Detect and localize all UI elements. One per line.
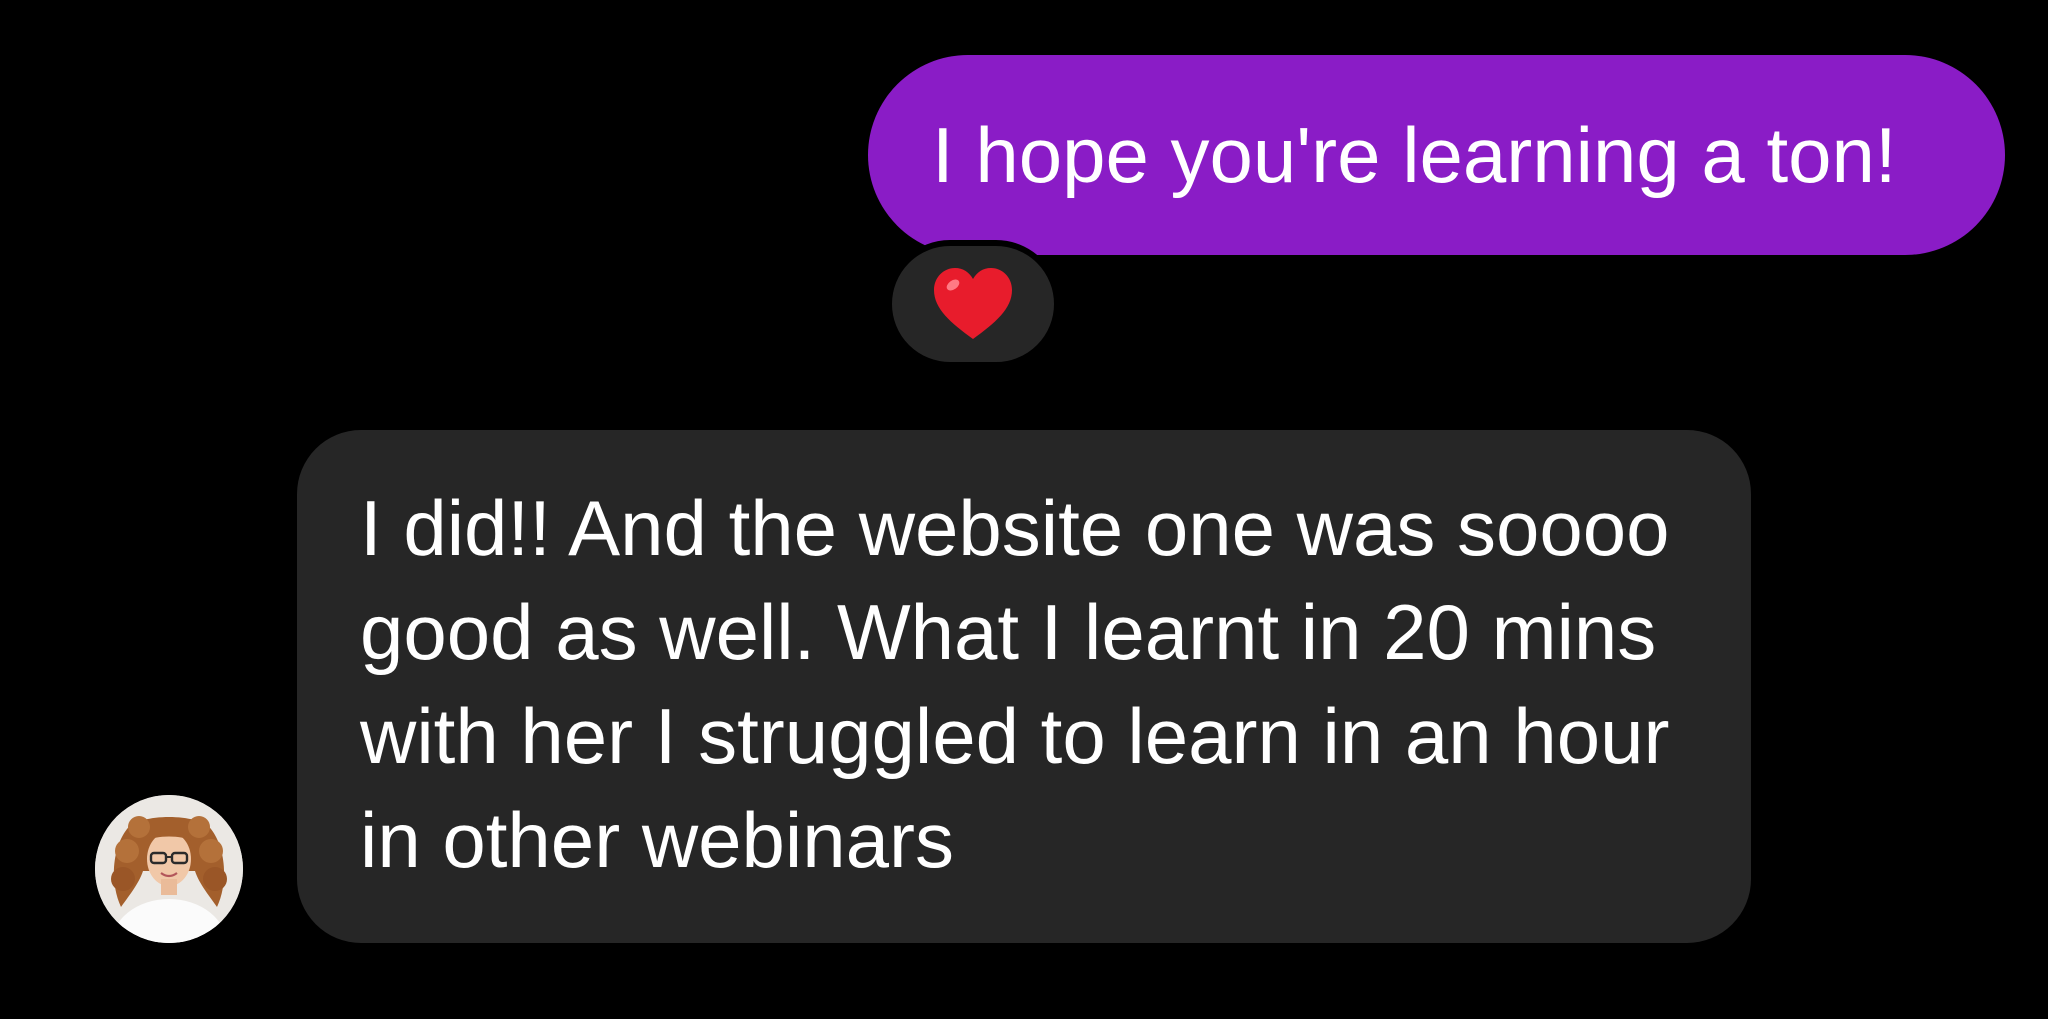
- sender-avatar[interactable]: [95, 795, 243, 943]
- incoming-message-bubble[interactable]: I did!! And the website one was soooo go…: [297, 430, 1751, 943]
- heart-icon: [934, 268, 1012, 339]
- outgoing-message-bubble[interactable]: I hope you're learning a ton!: [868, 55, 2005, 255]
- avatar-photo: [95, 795, 243, 943]
- message-reaction-badge[interactable]: [886, 240, 1060, 368]
- message-thread: I hope you're learning a ton! I did!! An…: [0, 0, 2048, 1019]
